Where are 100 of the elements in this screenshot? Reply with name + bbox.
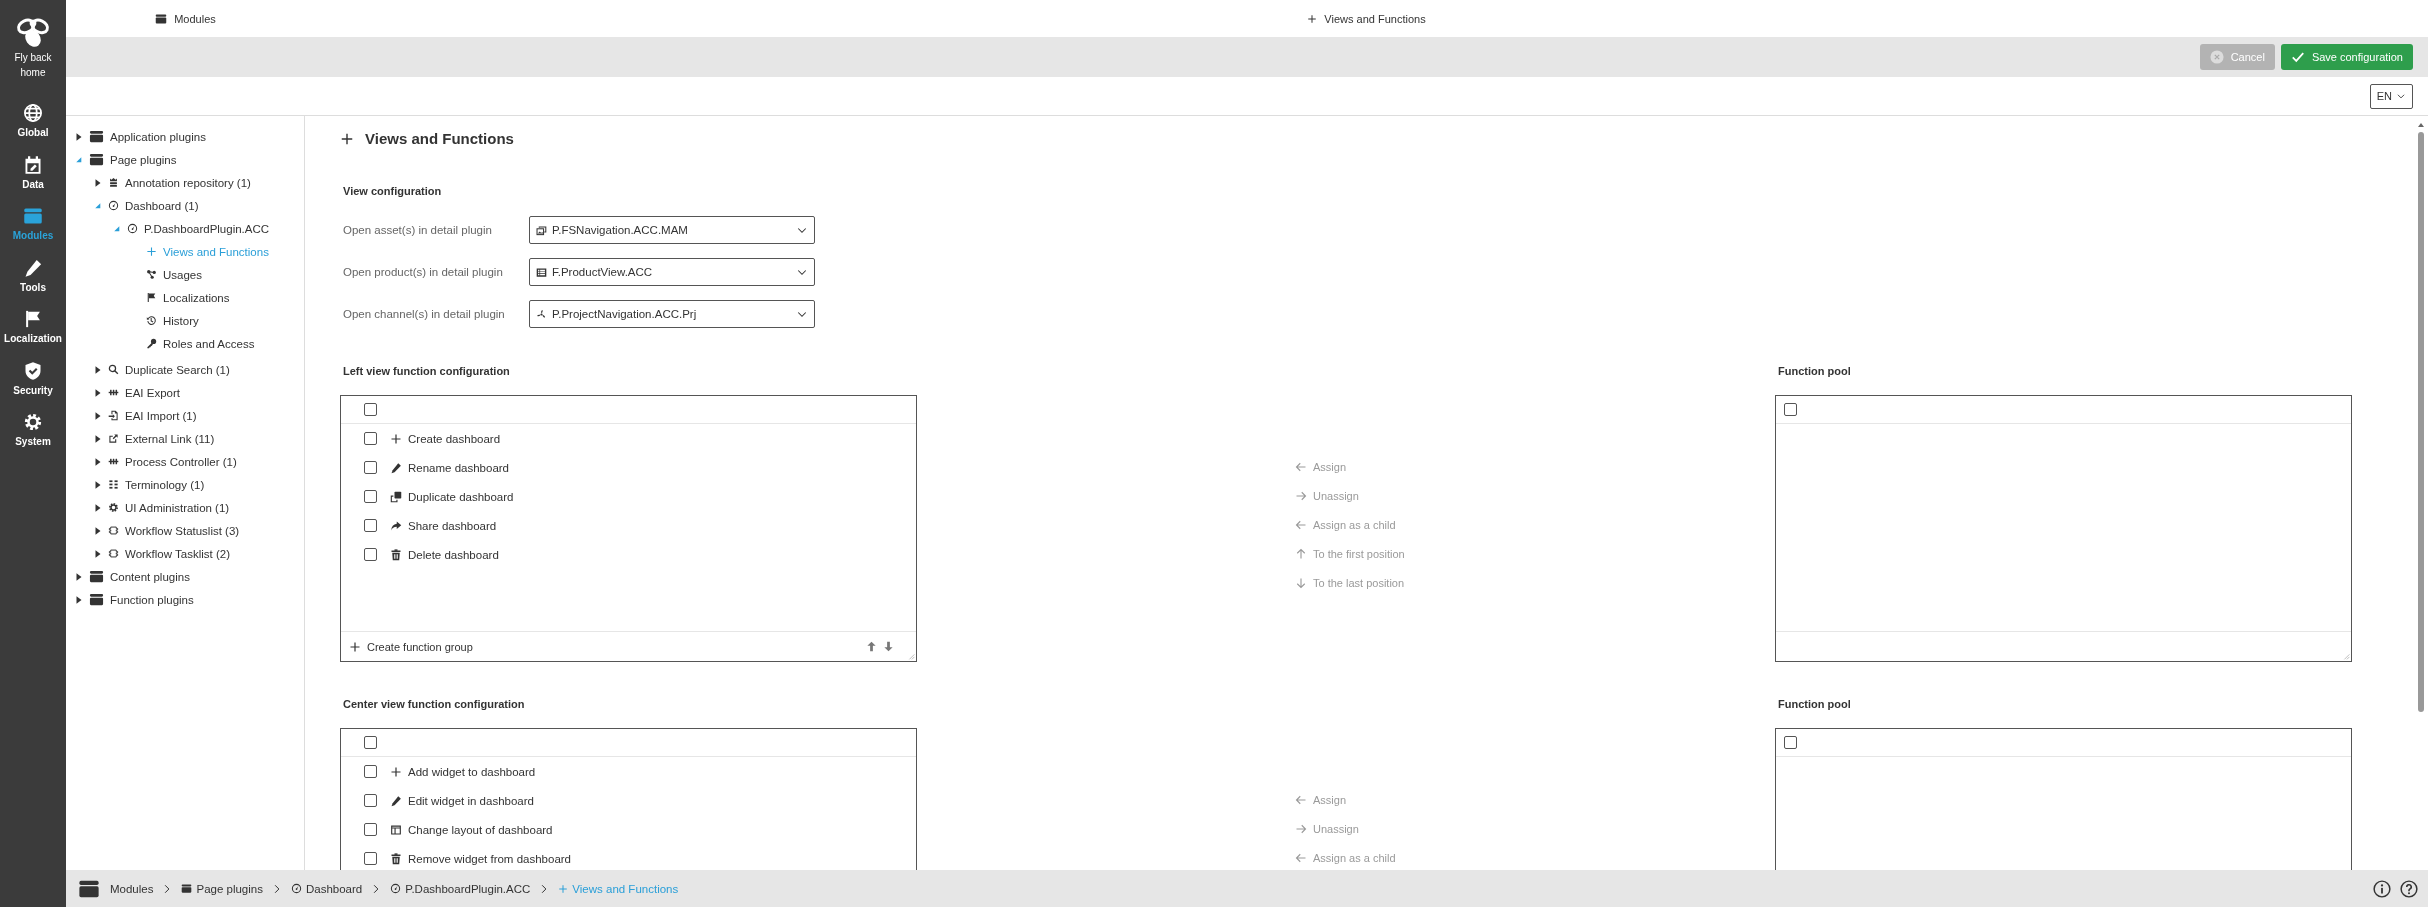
- globe-icon: [23, 103, 43, 123]
- checkbox[interactable]: [1784, 736, 1797, 749]
- workflow-icon: [108, 525, 119, 536]
- nav-item[interactable]: System: [0, 412, 66, 464]
- trash-icon: [390, 852, 402, 865]
- columns-icon: [108, 479, 119, 490]
- help-icon[interactable]: [2400, 879, 2418, 898]
- plus-icon: [558, 883, 569, 894]
- checkbox[interactable]: [364, 794, 377, 807]
- function-label: Edit widget in dashboard: [408, 794, 534, 807]
- tree-item[interactable]: Application plugins: [66, 125, 304, 148]
- nav-item[interactable]: Data: [0, 154, 66, 206]
- nav-item[interactable]: Security: [0, 360, 66, 412]
- search-icon: [108, 364, 119, 375]
- checkbox[interactable]: [364, 736, 377, 749]
- move-down-icon[interactable]: [883, 641, 894, 652]
- tree-item[interactable]: Content plugins: [66, 565, 304, 588]
- gauge-icon: [127, 223, 138, 234]
- checkbox[interactable]: [364, 432, 377, 445]
- checkbox[interactable]: [364, 519, 377, 532]
- create-group-button[interactable]: Create function group: [349, 632, 473, 661]
- checkbox[interactable]: [364, 823, 377, 836]
- gauge-icon: [390, 883, 402, 894]
- checkbox[interactable]: [364, 548, 377, 561]
- nav-item[interactable]: Tools: [0, 257, 66, 309]
- expanded-caret-icon[interactable]: [93, 201, 102, 210]
- share-arrow-icon: [390, 519, 402, 532]
- tree-item[interactable]: Process Controller (1): [66, 450, 304, 473]
- window-icon: [155, 12, 168, 25]
- nav-item[interactable]: Modules: [0, 206, 66, 258]
- gauge-icon: [290, 883, 302, 894]
- tree-item[interactable]: Workflow Statuslist (3): [66, 519, 304, 542]
- function-label: Create dashboard: [408, 432, 501, 445]
- gauge-icon: [108, 200, 119, 211]
- expanded-caret-icon[interactable]: [112, 224, 121, 233]
- pencil-icon: [23, 257, 43, 278]
- checkbox[interactable]: [364, 461, 377, 474]
- tree-item[interactable]: Terminology (1): [66, 473, 304, 496]
- window-icon: [89, 129, 104, 144]
- info-icon[interactable]: [2373, 879, 2391, 898]
- connector-icon: [108, 456, 119, 467]
- field-label: Open product(s) in detail plugin: [342, 266, 504, 278]
- checkbox[interactable]: [1784, 403, 1797, 416]
- plus-icon: [340, 131, 354, 146]
- plus-icon: [349, 640, 361, 653]
- external-link-icon: [108, 433, 119, 444]
- gear-icon: [23, 412, 43, 432]
- home-button[interactable]: Fly back home: [2, 0, 64, 81]
- tree-item[interactable]: Page plugins: [66, 148, 304, 171]
- page-heading: Views and Functions: [365, 130, 514, 147]
- checkbox[interactable]: [364, 490, 377, 503]
- function-label: Remove widget from dashboard: [408, 852, 571, 865]
- tree-item[interactable]: Function plugins: [66, 588, 304, 611]
- checkbox[interactable]: [364, 852, 377, 865]
- breadcrumb-link[interactable]: Modules: [78, 877, 154, 900]
- breadcrumb-link[interactable]: Page plugins: [181, 882, 263, 895]
- tree-item[interactable]: Usages: [66, 263, 304, 286]
- close-circle-icon: [2209, 50, 2224, 64]
- arrow-right-icon: [1295, 489, 1307, 502]
- trash-icon: [390, 548, 402, 561]
- tree-item[interactable]: UI Administration (1): [66, 496, 304, 519]
- checkbox[interactable]: [364, 403, 377, 416]
- copy-icon: [390, 490, 402, 503]
- tree-item[interactable]: EAI Export: [66, 381, 304, 404]
- layout-icon: [390, 823, 402, 836]
- tree-item[interactable]: Duplicate Search (1): [66, 358, 304, 381]
- checkbox[interactable]: [364, 765, 377, 778]
- calendar-icon: [23, 154, 43, 175]
- select-field[interactable]: P.FSNavigation.ACC.MAM: [529, 216, 815, 244]
- pencil-icon: [390, 461, 402, 474]
- tree-item[interactable]: Roles and Access: [66, 332, 304, 355]
- tree-item[interactable]: Workflow Tasklist (2): [66, 542, 304, 565]
- tree-item[interactable]: Dashboard (1): [66, 194, 304, 217]
- select-field[interactable]: P.ProjectNavigation.ACC.Prj: [529, 300, 815, 328]
- language-select[interactable]: EN: [2369, 83, 2413, 109]
- tree-item[interactable]: P.DashboardPlugin.ACC: [66, 217, 304, 240]
- breadcrumb-link[interactable]: Dashboard: [290, 882, 363, 895]
- plus-icon: [146, 246, 157, 257]
- breadcrumb-link[interactable]: P.DashboardPlugin.ACC: [390, 882, 531, 895]
- plus-icon: [1307, 13, 1318, 24]
- scrollbar[interactable]: [2417, 121, 2425, 712]
- expanded-caret-icon[interactable]: [74, 155, 83, 164]
- tree-item[interactable]: EAI Import (1): [66, 404, 304, 427]
- nav-item[interactable]: Global: [0, 103, 66, 155]
- function-label: Change layout of dashboard: [408, 823, 553, 836]
- pencil-icon: [390, 794, 402, 807]
- move-up-icon[interactable]: [866, 641, 877, 652]
- chevron-down-icon: [2396, 91, 2406, 101]
- select-field[interactable]: F.ProductView.ACC: [529, 258, 815, 286]
- key-icon: [146, 338, 157, 349]
- plus-icon: [390, 432, 402, 445]
- tree-item[interactable]: External Link (11): [66, 427, 304, 450]
- arrow-right-icon: [1295, 822, 1307, 835]
- tree-item[interactable]: Annotation repository (1): [66, 171, 304, 194]
- tree-item[interactable]: Localizations: [66, 286, 304, 309]
- tree-item[interactable]: History: [66, 309, 304, 332]
- arrow-down-icon: [1295, 576, 1307, 589]
- nav-item[interactable]: Localization: [0, 309, 66, 361]
- plus-icon: [390, 765, 402, 778]
- window-icon: [89, 152, 104, 167]
